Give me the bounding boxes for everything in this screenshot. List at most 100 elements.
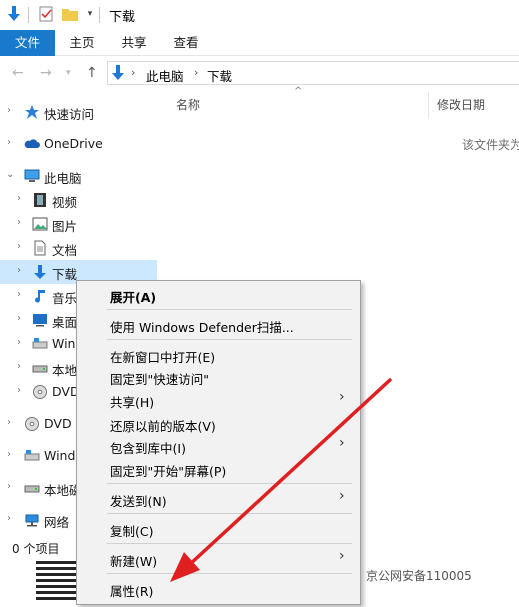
breadcrumb-this-pc[interactable]: 此电脑: [146, 66, 184, 85]
breadcrumb-chevron-icon[interactable]: ›: [194, 66, 198, 79]
expand-chevron-icon[interactable]: ›: [17, 313, 21, 324]
cloud-icon: [24, 136, 40, 152]
window-title: 下载: [109, 10, 136, 25]
dvd-icon: [24, 416, 40, 432]
nav-item-label: 文档: [52, 243, 78, 258]
qr-code-watermark: [36, 560, 76, 600]
new-folder-icon[interactable]: [62, 6, 78, 22]
properties-icon[interactable]: [38, 6, 54, 22]
menu-item-send-to[interactable]: 发送到(N): [110, 491, 167, 510]
expand-chevron-icon[interactable]: ›: [7, 481, 11, 492]
tab-home[interactable]: 主页: [62, 30, 102, 56]
nav-item-label: Wind: [44, 448, 76, 463]
nav-item-this-pc[interactable]: ⌄ 此电脑: [0, 164, 157, 188]
menu-item-pin-start[interactable]: 固定到"开始"屏幕(P): [110, 461, 226, 480]
document-icon: [32, 240, 48, 256]
expand-chevron-icon[interactable]: ›: [17, 289, 21, 300]
nav-item-label: OneDrive: [44, 136, 103, 151]
title-separator: [99, 7, 100, 23]
address-bar[interactable]: › 此电脑 › 下载: [107, 61, 519, 85]
title-bar: ▾ 下载: [0, 0, 519, 30]
video-icon: [32, 192, 48, 208]
up-arrow-icon[interactable]: ↑: [86, 65, 98, 81]
dvd-icon: [32, 384, 48, 400]
star-icon: [24, 104, 40, 120]
breadcrumb-downloads[interactable]: 下载: [207, 66, 232, 85]
tab-file[interactable]: 文件: [0, 30, 55, 56]
submenu-arrow-icon: ›: [339, 488, 345, 504]
nav-item-pictures[interactable]: › 图片: [0, 212, 157, 236]
column-header-date-modified[interactable]: 修改日期: [437, 96, 485, 116]
menu-item-open-new-window[interactable]: 在新窗口中打开(E): [110, 347, 215, 366]
menu-item-share[interactable]: 共享(H): [110, 392, 154, 411]
expand-chevron-icon[interactable]: ›: [7, 137, 11, 148]
expand-chevron-icon[interactable]: ›: [17, 385, 21, 396]
expand-chevron-icon[interactable]: ›: [17, 361, 21, 372]
submenu-arrow-icon: ›: [339, 389, 345, 405]
ribbon-tabs: 文件 主页 共享 查看: [0, 30, 519, 56]
picture-icon: [32, 216, 48, 232]
menu-item-new[interactable]: 新建(W): [110, 551, 157, 570]
expand-chevron-icon[interactable]: ›: [17, 217, 21, 228]
expand-chevron-icon[interactable]: ›: [17, 193, 21, 204]
menu-separator: [107, 339, 352, 340]
windows-drive-icon: [24, 448, 40, 464]
expand-chevron-icon[interactable]: ›: [7, 105, 11, 116]
nav-item-onedrive[interactable]: › OneDrive: [0, 132, 157, 156]
menu-item-restore-versions[interactable]: 还原以前的版本(V): [110, 416, 216, 435]
nav-item-label: 下载: [52, 267, 78, 282]
sort-ascending-icon: ^: [294, 86, 303, 97]
nav-item-label: 视频: [52, 195, 78, 210]
menu-item-expand[interactable]: 展开(A): [110, 287, 156, 306]
drive-icon: [32, 360, 48, 376]
nav-item-quick-access[interactable]: › 快速访问: [0, 100, 157, 124]
context-menu: 展开(A) 使用 Windows Defender扫描... 在新窗口中打开(E…: [76, 280, 361, 605]
column-header-name[interactable]: 名称: [176, 96, 200, 116]
submenu-arrow-icon: ›: [339, 548, 345, 564]
breadcrumb-chevron-icon[interactable]: ›: [131, 66, 135, 79]
recent-dropdown-icon[interactable]: ▾: [66, 68, 71, 78]
tab-share[interactable]: 共享: [114, 30, 154, 56]
nav-item-label: 此电脑: [44, 171, 82, 186]
expand-chevron-icon[interactable]: ›: [7, 417, 11, 428]
nav-item-label: DVD: [44, 416, 72, 431]
expand-chevron-icon[interactable]: ›: [17, 241, 21, 252]
menu-item-copy[interactable]: 复制(C): [110, 521, 153, 540]
nav-item-label: 本地: [52, 363, 78, 378]
nav-item-label: 快速访问: [44, 107, 95, 122]
back-arrow-icon[interactable]: ←: [12, 65, 24, 81]
forward-arrow-icon[interactable]: →: [40, 65, 52, 81]
network-icon: [24, 512, 40, 528]
expand-chevron-icon[interactable]: ›: [17, 265, 21, 276]
submenu-arrow-icon: ›: [339, 435, 345, 451]
watermark-text: 京公网安备110005: [366, 569, 472, 583]
nav-item-label: 音乐: [52, 291, 78, 306]
windows-drive-icon: [32, 336, 48, 352]
desktop-icon: [32, 312, 48, 328]
expand-chevron-icon[interactable]: ›: [7, 449, 11, 460]
menu-separator: [107, 513, 352, 514]
empty-folder-message: 该文件夹为: [462, 138, 519, 152]
menu-item-defender-scan[interactable]: 使用 Windows Defender扫描...: [110, 317, 294, 336]
tab-view[interactable]: 查看: [166, 30, 206, 56]
menu-separator: [107, 573, 352, 574]
download-location-icon: [111, 65, 125, 84]
nav-item-videos[interactable]: › 视频: [0, 188, 157, 212]
expand-chevron-icon[interactable]: ›: [7, 513, 11, 524]
nav-item-label: 桌面: [52, 315, 78, 330]
nav-item-label: 图片: [52, 219, 78, 234]
expand-chevron-icon[interactable]: ›: [17, 337, 21, 348]
status-item-count: 0 个项目: [12, 542, 60, 556]
nav-item-documents[interactable]: › 文档: [0, 236, 157, 260]
column-divider[interactable]: [428, 92, 429, 118]
collapse-chevron-icon[interactable]: ⌄: [6, 169, 14, 180]
qat-dropdown-icon[interactable]: ▾: [82, 6, 98, 22]
qat-separator: [28, 7, 29, 23]
download-arrow-icon[interactable]: [6, 6, 22, 22]
music-icon: [32, 288, 48, 304]
drive-icon: [24, 480, 40, 496]
menu-item-properties[interactable]: 属性(R): [110, 581, 153, 600]
menu-item-pin-quick-access[interactable]: 固定到"快速访问": [110, 369, 209, 388]
menu-separator: [107, 309, 352, 310]
menu-item-include-library[interactable]: 包含到库中(I): [110, 438, 186, 457]
